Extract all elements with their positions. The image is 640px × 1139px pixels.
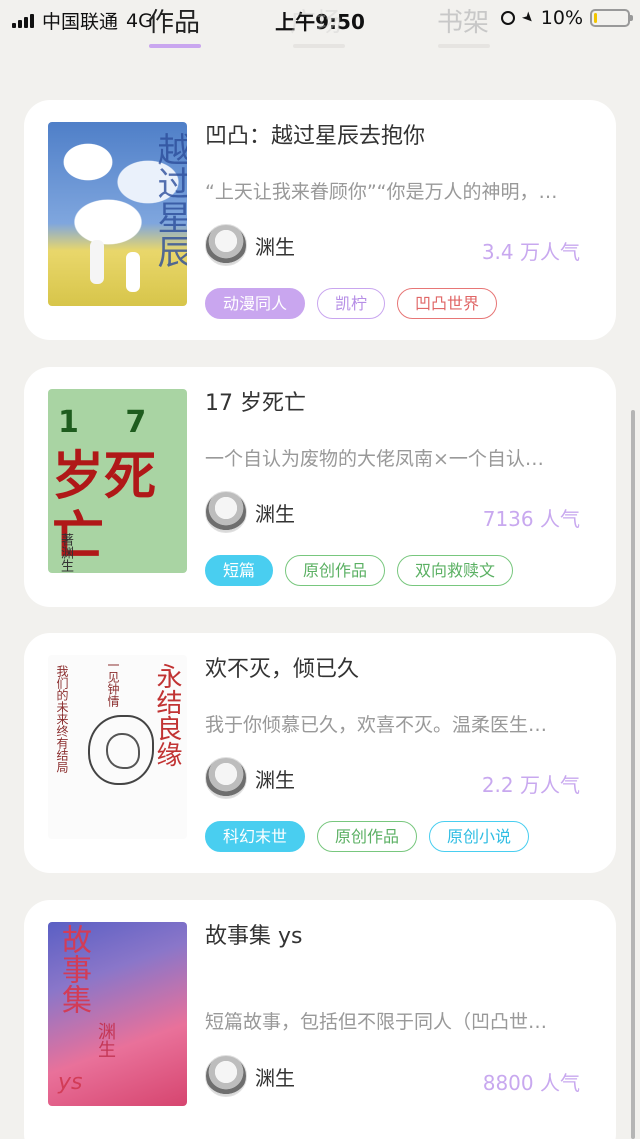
work-card[interactable]: 越过星辰 凹凸：越过星辰去抱你 “上天让我来眷顾你”“你是万人的神明，… 渊生 …: [24, 100, 616, 340]
work-title[interactable]: 凹凸：越过星辰去抱你: [205, 118, 425, 150]
tab-indicator: [438, 44, 490, 48]
popularity-count: 2.2 万人气: [481, 773, 580, 797]
work-summary: “上天让我来眷顾你”“你是万人的神明，…: [205, 181, 558, 203]
work-title[interactable]: 17 岁死亡: [205, 385, 306, 417]
author-name: 渊生: [255, 234, 295, 259]
author-info[interactable]: 渊生: [205, 224, 295, 266]
popularity-count: 7136 人气: [482, 507, 580, 531]
tag-list: 科幻末世 原创作品 原创小说: [205, 821, 530, 852]
author-info[interactable]: 渊生: [205, 757, 295, 799]
author-name: 渊生: [255, 501, 295, 526]
cover-number: 1 7: [58, 405, 165, 440]
cover-figure: [126, 252, 140, 292]
book-cover[interactable]: 1 7 岁死亡 著渊生: [48, 389, 187, 573]
avatar[interactable]: [205, 224, 247, 266]
tag-list: 短篇 原创作品 双向救赎文: [205, 555, 514, 586]
avatar[interactable]: [205, 491, 247, 533]
tag[interactable]: 动漫同人: [205, 288, 306, 319]
work-title[interactable]: 故事集 ys: [205, 918, 302, 950]
tab-indicator: [293, 44, 345, 48]
tab-square[interactable]: 广场: [290, 2, 342, 39]
tag[interactable]: 原创小说: [429, 821, 530, 852]
author-name: 渊生: [255, 767, 295, 792]
cover-side-text: 我们的未来终有结局: [55, 665, 69, 773]
cover-title: 越过星辰: [151, 132, 187, 268]
work-card[interactable]: 故事集 渊生 ys 故事集 ys 短篇故事，包括但不限于同人（凹凸世… 渊生 8…: [24, 900, 616, 1139]
cover-figure: [90, 240, 104, 284]
cover-title: 永结良缘: [152, 663, 182, 767]
scrollbar[interactable]: [631, 410, 635, 1139]
cover-illustration: [106, 733, 140, 769]
author-name: 渊生: [255, 1065, 295, 1090]
tag[interactable]: 原创作品: [317, 821, 418, 852]
cover-subtitle: ys: [58, 1070, 83, 1095]
work-card[interactable]: 我们的未来终有结局 一见钟情 永结良缘 欢不灭，倾已久 我于你倾慕已久，欢喜不灭…: [24, 633, 616, 873]
tag[interactable]: 凯柠: [317, 288, 386, 319]
cover-mid-text: 一见钟情: [106, 659, 120, 707]
work-summary: 我于你倾慕已久，欢喜不灭。温柔医生…: [205, 714, 548, 736]
work-summary: 短篇故事，包括但不限于同人（凹凸世…: [205, 1011, 548, 1033]
tag[interactable]: 原创作品: [285, 555, 386, 586]
tab-bookshelf[interactable]: 书架: [437, 2, 489, 39]
cover-signature: 著渊生: [58, 533, 73, 572]
popularity-count: 8800 人气: [482, 1071, 580, 1095]
tag[interactable]: 短篇: [205, 555, 274, 586]
tag[interactable]: 凹凸世界: [397, 288, 498, 319]
avatar[interactable]: [205, 1055, 247, 1097]
book-cover[interactable]: 我们的未来终有结局 一见钟情 永结良缘: [48, 655, 187, 839]
author-info[interactable]: 渊生: [205, 491, 295, 533]
cover-title: 故事集: [56, 924, 91, 1014]
work-title[interactable]: 欢不灭，倾已久: [205, 651, 359, 683]
tag-list: 动漫同人 凯柠 凹凸世界: [205, 288, 498, 319]
tab-works[interactable]: 作品: [148, 2, 200, 39]
book-cover[interactable]: 故事集 渊生 ys: [48, 922, 187, 1106]
cover-signature: 渊生: [95, 1022, 116, 1058]
book-cover[interactable]: 越过星辰: [48, 122, 187, 306]
author-info[interactable]: 渊生: [205, 1055, 295, 1097]
popularity-count: 3.4 万人气: [481, 240, 580, 264]
top-tabs: 作品 广场 书架: [0, 0, 640, 60]
tag[interactable]: 双向救赎文: [397, 555, 514, 586]
work-summary: 一个自认为废物的大佬凤南×一个自认…: [205, 448, 544, 470]
work-card[interactable]: 1 7 岁死亡 著渊生 17 岁死亡 一个自认为废物的大佬凤南×一个自认… 渊生…: [24, 367, 616, 607]
tab-indicator-active: [149, 44, 201, 48]
avatar[interactable]: [205, 757, 247, 799]
tag[interactable]: 科幻末世: [205, 821, 306, 852]
